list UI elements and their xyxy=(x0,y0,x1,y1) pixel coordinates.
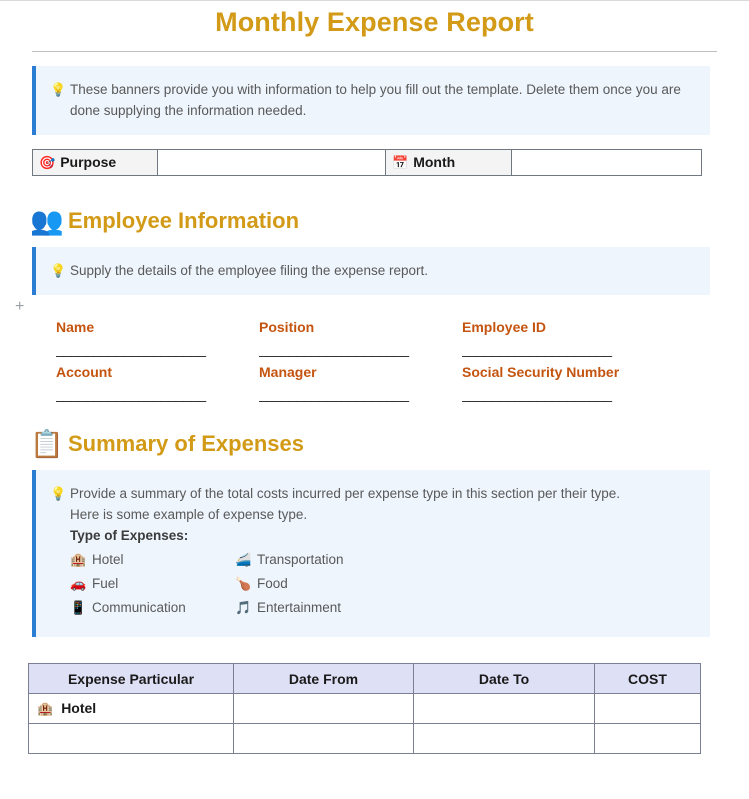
list-item: 🚄 Transportation xyxy=(235,548,400,572)
purpose-value-cell[interactable] xyxy=(157,149,386,176)
summary-banner-line1: Provide a summary of the total costs inc… xyxy=(70,486,621,501)
employee-fields-row-2: Account ____________________ Manager ___… xyxy=(56,362,696,405)
list-item: 🍗 Food xyxy=(235,572,400,596)
expense-type-label: Communication xyxy=(92,600,186,615)
hotel-icon: 🏨 xyxy=(70,552,87,567)
employee-fields-grid: Name ____________________ Position _____… xyxy=(56,317,696,405)
field-label: Name xyxy=(56,319,95,335)
field-input-line[interactable]: ____________________ xyxy=(462,338,627,360)
field-social-security-number: Social Security Number _________________… xyxy=(462,362,665,405)
summary-info-banner: 💡 Provide a summary of the total costs i… xyxy=(32,470,710,637)
cell-text: Hotel xyxy=(61,700,97,716)
field-input-line[interactable]: ____________________ xyxy=(56,383,221,405)
field-manager: Manager ____________________ xyxy=(259,362,462,405)
cell-cost[interactable] xyxy=(594,723,701,754)
cell-date-to[interactable] xyxy=(413,723,595,754)
intro-banner-text: These banners provide you with informati… xyxy=(70,82,681,118)
employee-banner-text: Supply the details of the employee filin… xyxy=(70,263,428,278)
column-header-date-from: Date From xyxy=(233,663,414,694)
field-label: Social Security Number xyxy=(462,364,620,380)
field-label: Position xyxy=(259,319,315,335)
column-header-date-to: Date To xyxy=(413,663,595,694)
employee-information-title: Employee Information xyxy=(68,208,300,233)
page-title: Monthly Expense Report xyxy=(215,7,534,37)
lightbulb-icon: 💡 xyxy=(50,82,67,97)
expense-particulars-table: Expense Particular Date From Date To COS… xyxy=(28,663,701,754)
list-item: 📱 Communication xyxy=(70,596,235,620)
document-page: Monthly Expense Report 💡 These banners p… xyxy=(0,0,749,799)
people-group-icon: 👥 xyxy=(30,206,64,236)
expense-type-label: Food xyxy=(257,576,288,591)
month-value-cell[interactable] xyxy=(511,149,702,176)
field-label: Employee ID xyxy=(462,319,547,335)
cell-date-to[interactable] xyxy=(413,693,595,724)
music-note-icon: 🎵 xyxy=(235,600,252,615)
purpose-label-cell: 🎯 Purpose xyxy=(32,149,158,176)
table-row xyxy=(28,723,701,754)
expense-type-label: Hotel xyxy=(92,552,124,567)
field-input-line[interactable]: ____________________ xyxy=(462,383,627,405)
month-label: Month xyxy=(413,154,456,170)
column-header-cost: COST xyxy=(594,663,701,694)
field-input-line[interactable]: ____________________ xyxy=(259,338,424,360)
field-label: Account xyxy=(56,364,112,380)
summary-of-expenses-heading: 📋 Summary of Expenses xyxy=(30,429,749,459)
column-header-expense-particular: Expense Particular xyxy=(28,663,234,694)
page-top-edge xyxy=(0,0,749,1)
field-label: Manager xyxy=(259,364,317,380)
field-name: Name ____________________ xyxy=(56,317,259,360)
hotel-icon: 🏨 xyxy=(37,701,54,716)
dart-target-icon: 🎯 xyxy=(39,155,56,170)
lightbulb-icon: 💡 xyxy=(50,263,67,278)
purpose-month-table: 🎯 Purpose 📅 Month xyxy=(32,149,702,176)
train-icon: 🚄 xyxy=(235,552,252,567)
field-input-line[interactable]: ____________________ xyxy=(259,383,424,405)
expense-type-label: Transportation xyxy=(257,552,344,567)
cell-date-from[interactable] xyxy=(233,723,414,754)
list-item: 🚗 Fuel xyxy=(70,572,235,596)
cell-expense-particular[interactable]: 🏨 Hotel xyxy=(28,693,234,724)
insert-block-marker[interactable]: + xyxy=(15,299,24,315)
intro-info-banner: 💡 These banners provide you with informa… xyxy=(32,66,710,135)
field-employee-id: Employee ID ____________________ xyxy=(462,317,665,360)
table-row: 🏨 Hotel xyxy=(28,693,701,724)
calendar-icon: 📅 xyxy=(392,155,409,170)
employee-fields-row-1: Name ____________________ Position _____… xyxy=(56,317,696,360)
table-header-row: Expense Particular Date From Date To COS… xyxy=(28,663,701,694)
expense-type-label: Fuel xyxy=(92,576,119,591)
summary-of-expenses-title: Summary of Expenses xyxy=(68,431,304,456)
field-input-line[interactable]: ____________________ xyxy=(56,338,221,360)
cell-expense-particular[interactable] xyxy=(28,723,234,754)
expense-type-list: 🏨 Hotel 🚄 Transportation 🚗 Fuel 🍗 Food 📱… xyxy=(70,548,400,620)
title-divider xyxy=(32,51,717,52)
clipboard-icon: 📋 xyxy=(30,429,64,459)
poultry-leg-icon: 🍗 xyxy=(235,576,252,591)
type-of-expenses-subheading: Type of Expenses: xyxy=(70,528,189,543)
field-position: Position ____________________ xyxy=(259,317,462,360)
purpose-label: Purpose xyxy=(60,154,117,170)
employee-information-heading: 👥 Employee Information xyxy=(30,206,749,236)
lightbulb-icon: 💡 xyxy=(50,486,67,501)
summary-banner-line2: Here is some example of expense type. xyxy=(70,507,308,522)
expense-type-label: Entertainment xyxy=(257,600,342,615)
table-row: 🎯 Purpose 📅 Month xyxy=(32,149,702,176)
list-item: 🎵 Entertainment xyxy=(235,596,400,620)
list-item: 🏨 Hotel xyxy=(70,548,235,572)
month-label-cell: 📅 Month xyxy=(385,149,512,176)
employee-info-banner: 💡 Supply the details of the employee fil… xyxy=(32,247,710,295)
car-icon: 🚗 xyxy=(70,576,87,591)
cell-cost[interactable] xyxy=(594,693,701,724)
mobile-phone-icon: 📱 xyxy=(70,600,87,615)
field-account: Account ____________________ xyxy=(56,362,259,405)
cell-date-from[interactable] xyxy=(233,693,414,724)
